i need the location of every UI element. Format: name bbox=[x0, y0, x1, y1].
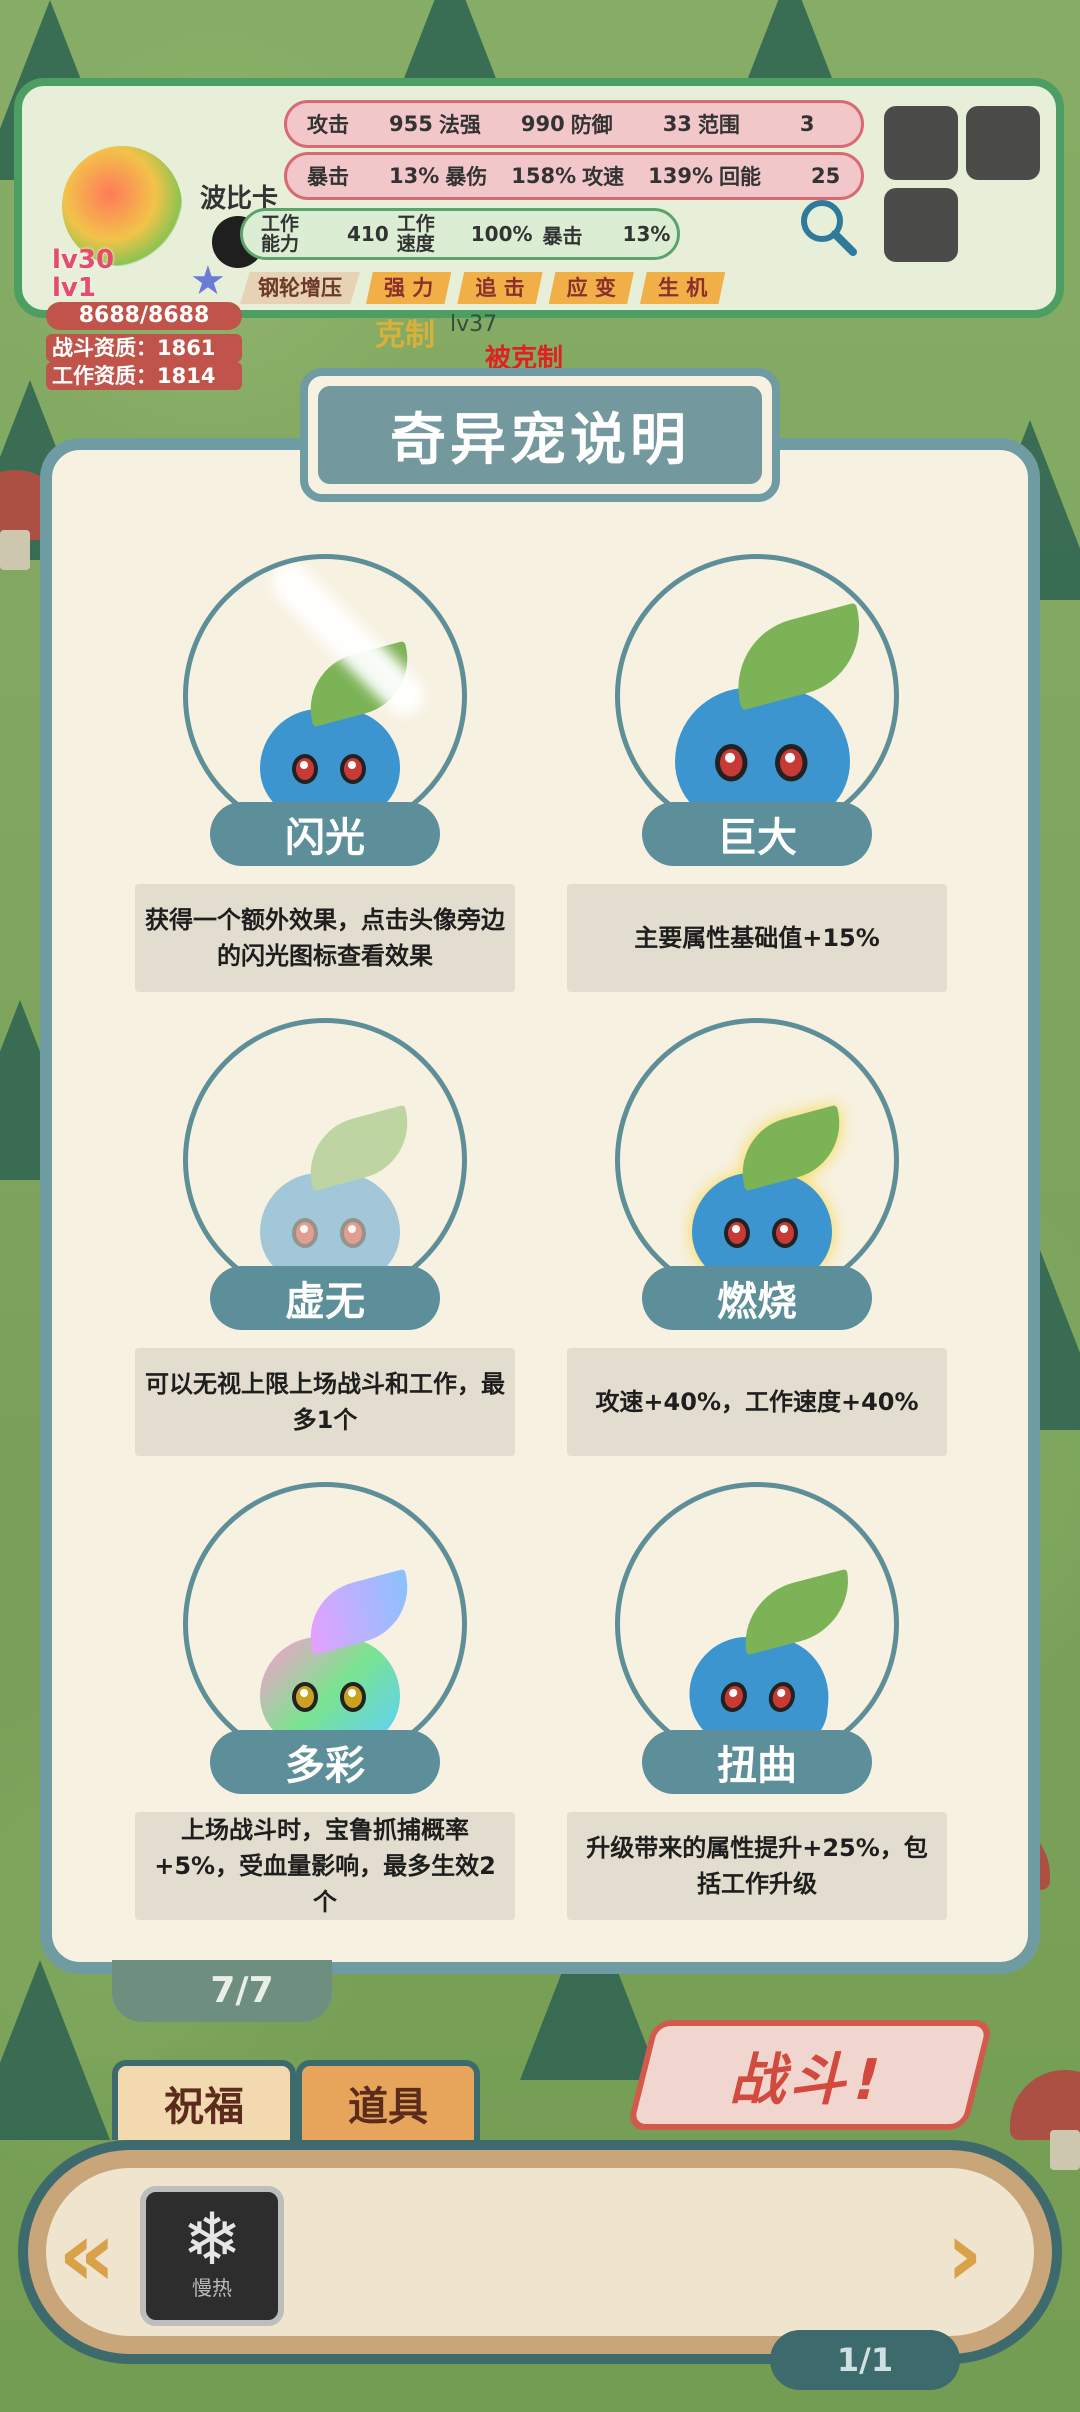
star-icon: ★ bbox=[190, 258, 226, 304]
variant-description: 攻速+40%，工作速度+40% bbox=[567, 1348, 947, 1456]
trait-tag[interactable]: 生 机 bbox=[639, 272, 726, 304]
stat-row-attack: 攻击 955 法强 990 防御 33 范围 3 bbox=[284, 100, 864, 148]
variant-card-void: 虚无 可以无视上限上场战斗和工作，最多1个 bbox=[135, 1018, 515, 1456]
exotic-pet-info-modal: 闪光 获得一个额外效果，点击头像旁边的闪光图标查看效果 巨大 主要属性基础值+1… bbox=[40, 438, 1040, 1974]
trait-tag[interactable]: 应 变 bbox=[548, 272, 634, 304]
counter-label: 克制 bbox=[375, 318, 435, 353]
hp-bar: 8688/8688 bbox=[46, 302, 242, 330]
work-aptitude: 工作资质：1814 bbox=[46, 362, 242, 390]
variant-card-colorful: 多彩 上场战斗时，宝鲁抓捕概率+5%，受血量影响，最多生效2个 bbox=[135, 1482, 515, 1920]
trait-list: 钢轮增压 强 力 追 击 应 变 生 机 bbox=[240, 272, 726, 304]
variant-portrait bbox=[615, 1482, 899, 1766]
variant-portrait bbox=[615, 554, 899, 838]
pet-sprite bbox=[672, 1104, 852, 1288]
stat-row-crit: 暴击 13% 暴伤 158% 攻速 139% 回能 25 bbox=[284, 152, 864, 200]
item-label: 慢热 bbox=[192, 2276, 232, 2300]
variant-label: 燃烧 bbox=[642, 1266, 872, 1330]
battle-button[interactable]: 战斗! bbox=[626, 2020, 994, 2130]
level-sub: lv1 bbox=[52, 273, 96, 303]
page-indicator: 1/1 bbox=[770, 2330, 960, 2390]
tab-items[interactable]: 道具 bbox=[296, 2060, 480, 2140]
variant-description: 主要属性基础值+15% bbox=[567, 884, 947, 992]
equipment-slot[interactable] bbox=[884, 106, 958, 180]
pet-sprite bbox=[240, 1568, 420, 1752]
chevron-right-icon[interactable]: › bbox=[946, 2210, 983, 2300]
variant-card-giant: 巨大 主要属性基础值+15% bbox=[567, 554, 947, 992]
item-slot[interactable]: ❄ 慢热 bbox=[140, 2186, 284, 2326]
variant-portrait bbox=[183, 554, 467, 838]
variant-card-burning: 燃烧 攻速+40%，工作速度+40% bbox=[567, 1018, 947, 1456]
variant-description: 上场战斗时，宝鲁抓捕概率+5%，受血量影响，最多生效2个 bbox=[135, 1812, 515, 1920]
modal-title: 奇异宠说明 bbox=[318, 386, 762, 484]
variant-label: 虚无 bbox=[210, 1266, 440, 1330]
pet-sprite bbox=[240, 1104, 420, 1288]
work-stats-row: 工作能力 410 工作速度 100% 暴击 13% bbox=[240, 208, 680, 260]
pet-sprite bbox=[663, 1568, 861, 1752]
equipment-slot[interactable] bbox=[966, 106, 1040, 180]
level-main: lv30 bbox=[52, 245, 115, 275]
pet-sprite bbox=[650, 602, 875, 832]
double-chevron-left-icon[interactable]: « bbox=[58, 2210, 116, 2300]
search-icon[interactable] bbox=[797, 196, 857, 256]
variant-portrait bbox=[615, 1018, 899, 1302]
variant-description: 升级带来的属性提升+25%，包括工作升级 bbox=[567, 1812, 947, 1920]
variant-card-shiny: 闪光 获得一个额外效果，点击头像旁边的闪光图标查看效果 bbox=[135, 554, 515, 992]
modal-title-frame: 奇异宠说明 bbox=[300, 368, 780, 502]
variant-description: 可以无视上限上场战斗和工作，最多1个 bbox=[135, 1348, 515, 1456]
pet-status-panel: lv30 lv1 8688/8688 战斗资质：1861 工作资质：1814 波… bbox=[14, 78, 1064, 390]
variant-label: 巨大 bbox=[642, 802, 872, 866]
variant-portrait bbox=[183, 1482, 467, 1766]
trait-tag[interactable]: 钢轮增压 bbox=[240, 272, 360, 304]
variant-portrait bbox=[183, 1018, 467, 1302]
variant-card-twisted: 扭曲 升级带来的属性提升+25%，包括工作升级 bbox=[567, 1482, 947, 1920]
level-badge: lv30 lv1 bbox=[52, 246, 114, 302]
variant-description: 获得一个额外效果，点击头像旁边的闪光图标查看效果 bbox=[135, 884, 515, 992]
tab-blessing[interactable]: 祝福 bbox=[112, 2060, 296, 2140]
equipment-slot[interactable] bbox=[884, 188, 958, 262]
trait-tag[interactable]: 强 力 bbox=[366, 272, 452, 304]
variant-label: 闪光 bbox=[210, 802, 440, 866]
battle-aptitude: 战斗资质：1861 bbox=[46, 334, 242, 362]
team-count: 7/7 bbox=[112, 1960, 332, 2022]
trait-tag[interactable]: 追 击 bbox=[457, 272, 543, 304]
counter-level: lv37 bbox=[450, 312, 498, 337]
variant-label: 多彩 bbox=[210, 1730, 440, 1794]
variant-label: 扭曲 bbox=[642, 1730, 872, 1794]
